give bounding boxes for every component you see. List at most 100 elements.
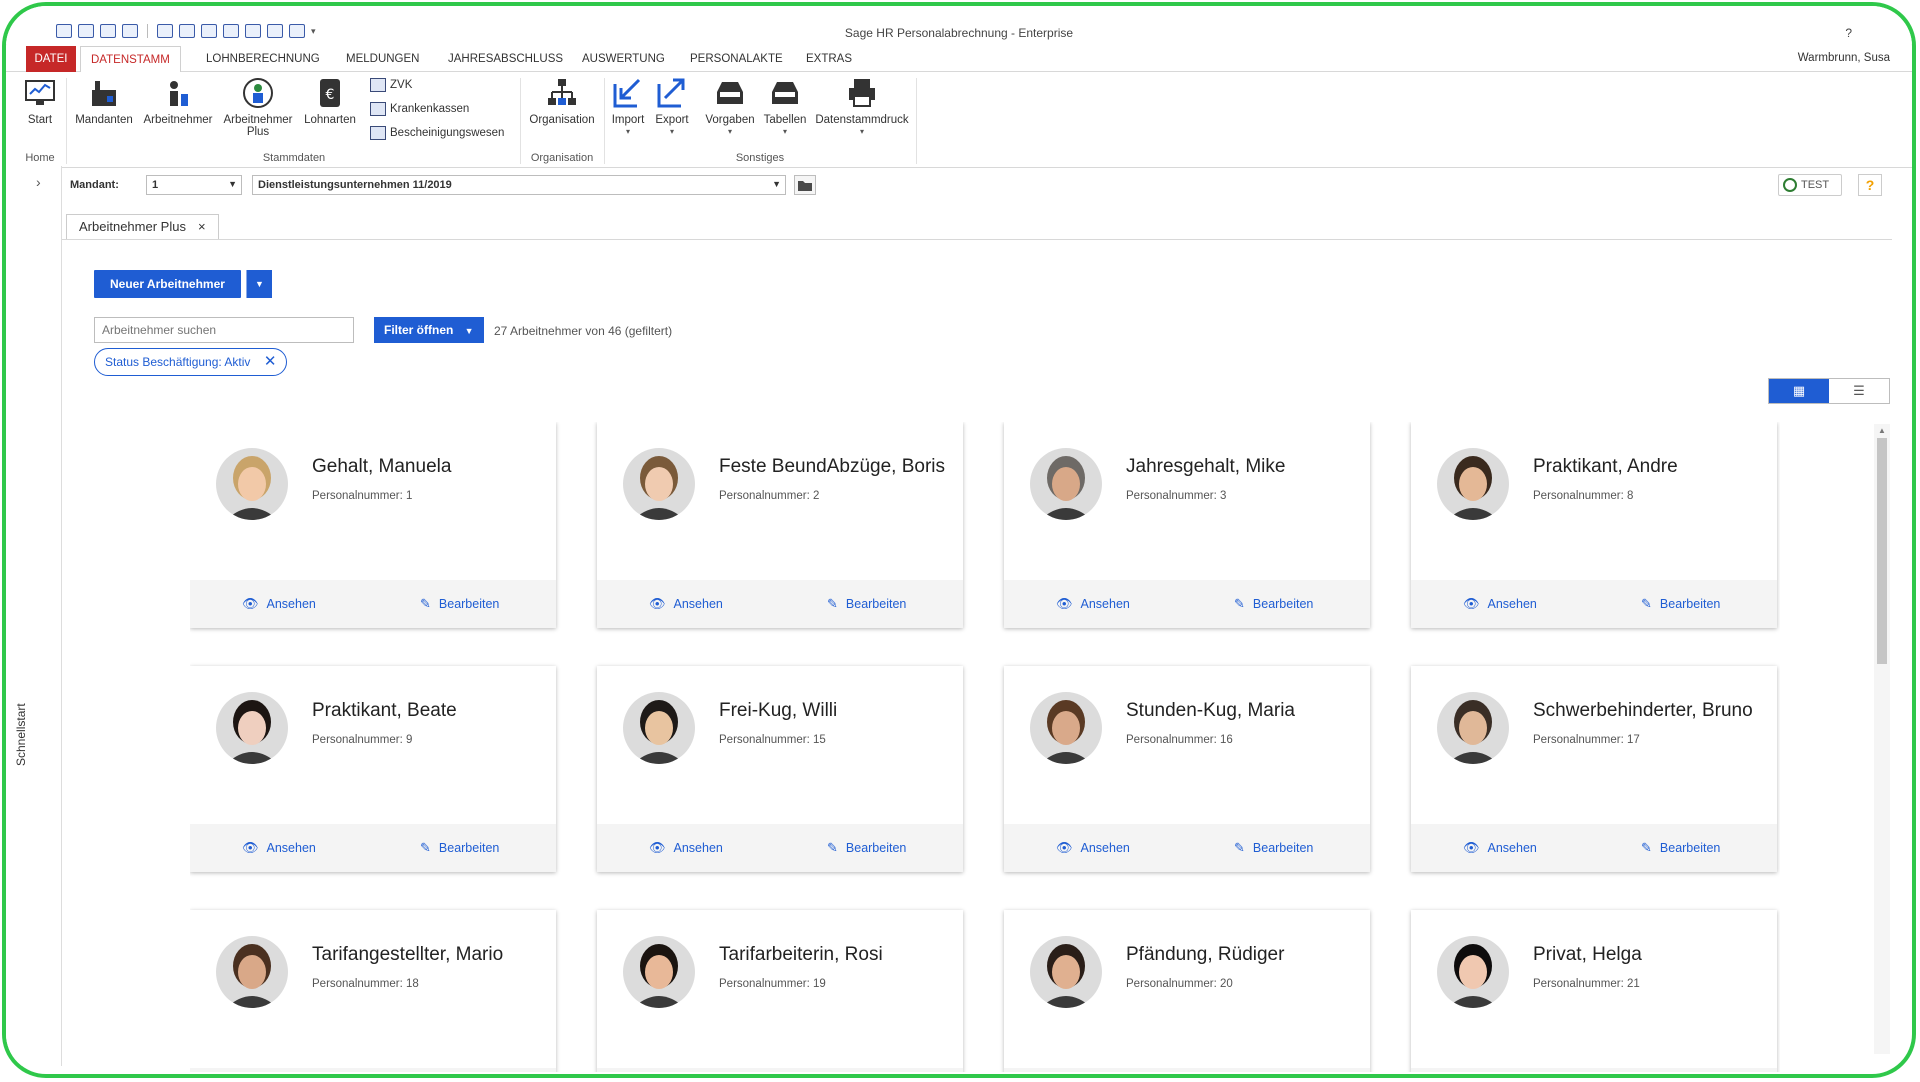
edit-button[interactable]: ✎ Bearbeiten: [1641, 840, 1720, 856]
view-button[interactable]: 👁 Ansehen: [242, 840, 316, 856]
employee-name[interactable]: Frei-Kug, Willi: [719, 700, 837, 722]
edit-button[interactable]: ✎ Bearbeiten: [420, 840, 499, 856]
view-button[interactable]: 👁 Ansehen: [1463, 840, 1537, 856]
chevron-down-icon: ▼: [464, 326, 474, 336]
quickstart-label[interactable]: Schnellstart: [14, 703, 28, 766]
printer-icon: [849, 79, 875, 107]
eye-icon: 👁: [242, 840, 259, 855]
employee-card[interactable]: Feste BeundAbzüge, Boris Personalnummer: …: [597, 422, 963, 628]
close-icon[interactable]: ✕: [264, 349, 277, 375]
view-button[interactable]: 👁 Ansehen: [649, 840, 723, 856]
employee-card[interactable]: Frei-Kug, Willi Personalnummer: 15 👁 Ansehe…: [597, 666, 963, 872]
tab-extras[interactable]: EXTRAS: [796, 46, 862, 72]
export-button[interactable]: Export ▾: [650, 76, 694, 136]
personnel-number: Personalnummer: 19: [719, 978, 826, 990]
window-title: Sage HR Personalabrechnung - Enterprise: [844, 26, 1074, 40]
eye-icon: 👁: [1463, 840, 1480, 855]
lohnarten-button[interactable]: € Lohnarten: [300, 76, 360, 126]
employee-card[interactable]: Tarifarbeiterin, Rosi Personalnummer: 19 👁…: [597, 910, 963, 1072]
zvk-button[interactable]: ZVK: [370, 78, 412, 92]
employee-name[interactable]: Pfändung, Rüdiger: [1126, 944, 1284, 966]
personnel-number: Personalnummer: 9: [312, 734, 413, 746]
organisation-button[interactable]: Organisation: [524, 76, 600, 126]
new-employee-button[interactable]: Neuer Arbeitnehmer: [94, 270, 241, 298]
view-button[interactable]: 👁 Ansehen: [1056, 596, 1130, 612]
employee-card[interactable]: Stunden-Kug, Maria Personalnummer: 16 👁 Ans…: [1004, 666, 1370, 872]
avatar: [1030, 448, 1102, 520]
mandanten-button[interactable]: Mandanten: [72, 76, 136, 126]
tab-arbeitnehmer-plus[interactable]: Arbeitnehmer Plus ×: [66, 214, 219, 240]
employee-search-input[interactable]: [94, 317, 354, 343]
open-filter-button[interactable]: Filter öffnen ▼: [374, 317, 484, 343]
new-employee-dropdown-button[interactable]: ▼: [246, 270, 272, 298]
employee-name[interactable]: Praktikant, Andre: [1533, 456, 1678, 478]
employee-name[interactable]: Tarifarbeiterin, Rosi: [719, 944, 883, 966]
datenstammdruck-button[interactable]: Datenstammdruck ▾: [812, 76, 912, 136]
view-button[interactable]: 👁 Ansehen: [1056, 840, 1130, 856]
open-folder-button[interactable]: [794, 175, 816, 195]
employee-name[interactable]: Praktikant, Beate: [312, 700, 457, 722]
scrollbar-thumb[interactable]: [1877, 438, 1887, 664]
export-icon: [657, 78, 685, 108]
expand-chevron-icon[interactable]: ›: [36, 174, 41, 190]
filter-chip[interactable]: Status Beschäftigung: Aktiv ✕: [94, 348, 288, 376]
mandant-select[interactable]: 1 ▼: [146, 175, 242, 195]
test-badge[interactable]: TEST: [1778, 174, 1842, 196]
view-button[interactable]: 👁 Ansehen: [649, 596, 723, 612]
tab-datenstamm[interactable]: DATENSTAMM: [80, 46, 181, 73]
employee-card[interactable]: Privat, Helga Personalnummer: 21 👁Ansehen✎…: [1411, 910, 1777, 1072]
list-view-button[interactable]: ☰: [1829, 379, 1889, 403]
person-icon: [170, 81, 188, 106]
avatar: [216, 692, 288, 764]
vertical-scrollbar[interactable]: ▲: [1874, 424, 1890, 1054]
edit-button[interactable]: ✎ Bearbeiten: [1234, 840, 1313, 856]
company-select[interactable]: Dienstleistungsunternehmen 11/2019 ▼: [252, 175, 786, 195]
arbeitnehmer-plus-button[interactable]: Arbeitnehmer Plus: [220, 76, 296, 138]
employee-card[interactable]: Gehalt, Manuela Personalnummer: 1 👁 Ansehen…: [190, 422, 556, 628]
employee-card[interactable]: Pfändung, Rüdiger Personalnummer: 20 👁Anse…: [1004, 910, 1370, 1072]
tab-jahresabschluss[interactable]: JAHRESABSCHLUSS: [438, 46, 573, 72]
employee-card[interactable]: Schwerbehinderter, Bruno Personalnummer: …: [1411, 666, 1777, 872]
mandant-label: Mandant:: [70, 179, 119, 191]
user-name[interactable]: Warmbrunn, Susa: [1798, 52, 1890, 64]
close-icon[interactable]: ×: [198, 219, 206, 234]
help-button[interactable]: ?: [1845, 26, 1852, 40]
employee-name[interactable]: Gehalt, Manuela: [312, 456, 451, 478]
vorgaben-dropdown-icon: ▾: [727, 127, 732, 136]
tabellen-button[interactable]: Tabellen ▾: [760, 76, 810, 136]
separator: [520, 78, 521, 164]
vorgaben-button[interactable]: Vorgaben ▾: [702, 76, 758, 136]
view-button[interactable]: 👁 Ansehen: [1463, 596, 1537, 612]
bescheinigungswesen-button[interactable]: Bescheinigungswesen: [370, 126, 504, 140]
edit-button[interactable]: ✎ Bearbeiten: [1641, 596, 1720, 612]
edit-button[interactable]: ✎ Bearbeiten: [827, 840, 906, 856]
tab-datei[interactable]: DATEI: [26, 46, 76, 72]
tab-lohnberechnung[interactable]: LOHNBERECHNUNG: [196, 46, 330, 72]
krankenkassen-button[interactable]: Krankenkassen: [370, 102, 469, 116]
tab-auswertung[interactable]: AUSWERTUNG: [572, 46, 675, 72]
edit-button[interactable]: ✎ Bearbeiten: [1234, 596, 1313, 612]
employee-card[interactable]: Praktikant, Andre Personalnummer: 8 👁 Anseh…: [1411, 422, 1777, 628]
tab-personalakte[interactable]: PERSONALAKTE: [680, 46, 793, 72]
tab-meldungen[interactable]: MELDUNGEN: [336, 46, 429, 72]
employee-card[interactable]: Praktikant, Beate Personalnummer: 9 👁 Anseh…: [190, 666, 556, 872]
edit-button[interactable]: ✎ Bearbeiten: [827, 596, 906, 612]
start-button[interactable]: Start: [20, 76, 60, 126]
scroll-up-icon[interactable]: ▲: [1878, 426, 1886, 435]
employee-name[interactable]: Jahresgehalt, Mike: [1126, 456, 1285, 478]
employee-name[interactable]: Privat, Helga: [1533, 944, 1642, 966]
personnel-number: Personalnummer: 20: [1126, 978, 1233, 990]
employee-name[interactable]: Schwerbehinderter, Bruno: [1533, 700, 1753, 722]
employee-card[interactable]: Tarifangestellter, Mario Personalnummer: …: [190, 910, 556, 1072]
import-button[interactable]: Import ▾: [608, 76, 648, 136]
employee-name[interactable]: Tarifangestellter, Mario: [312, 944, 503, 966]
edit-button[interactable]: ✎ Bearbeiten: [420, 596, 499, 612]
grid-view-button[interactable]: ▦: [1769, 379, 1829, 403]
employee-name[interactable]: Feste BeundAbzüge, Boris: [719, 456, 945, 478]
view-button[interactable]: 👁 Ansehen: [242, 596, 316, 612]
help-button[interactable]: ?: [1858, 174, 1882, 196]
card-footer: 👁Ansehen ✎Bearbeiten: [190, 580, 556, 628]
employee-card[interactable]: Jahresgehalt, Mike Personalnummer: 3 👁 Anse…: [1004, 422, 1370, 628]
arbeitnehmer-button[interactable]: Arbeitnehmer: [140, 76, 216, 126]
employee-name[interactable]: Stunden-Kug, Maria: [1126, 700, 1295, 722]
